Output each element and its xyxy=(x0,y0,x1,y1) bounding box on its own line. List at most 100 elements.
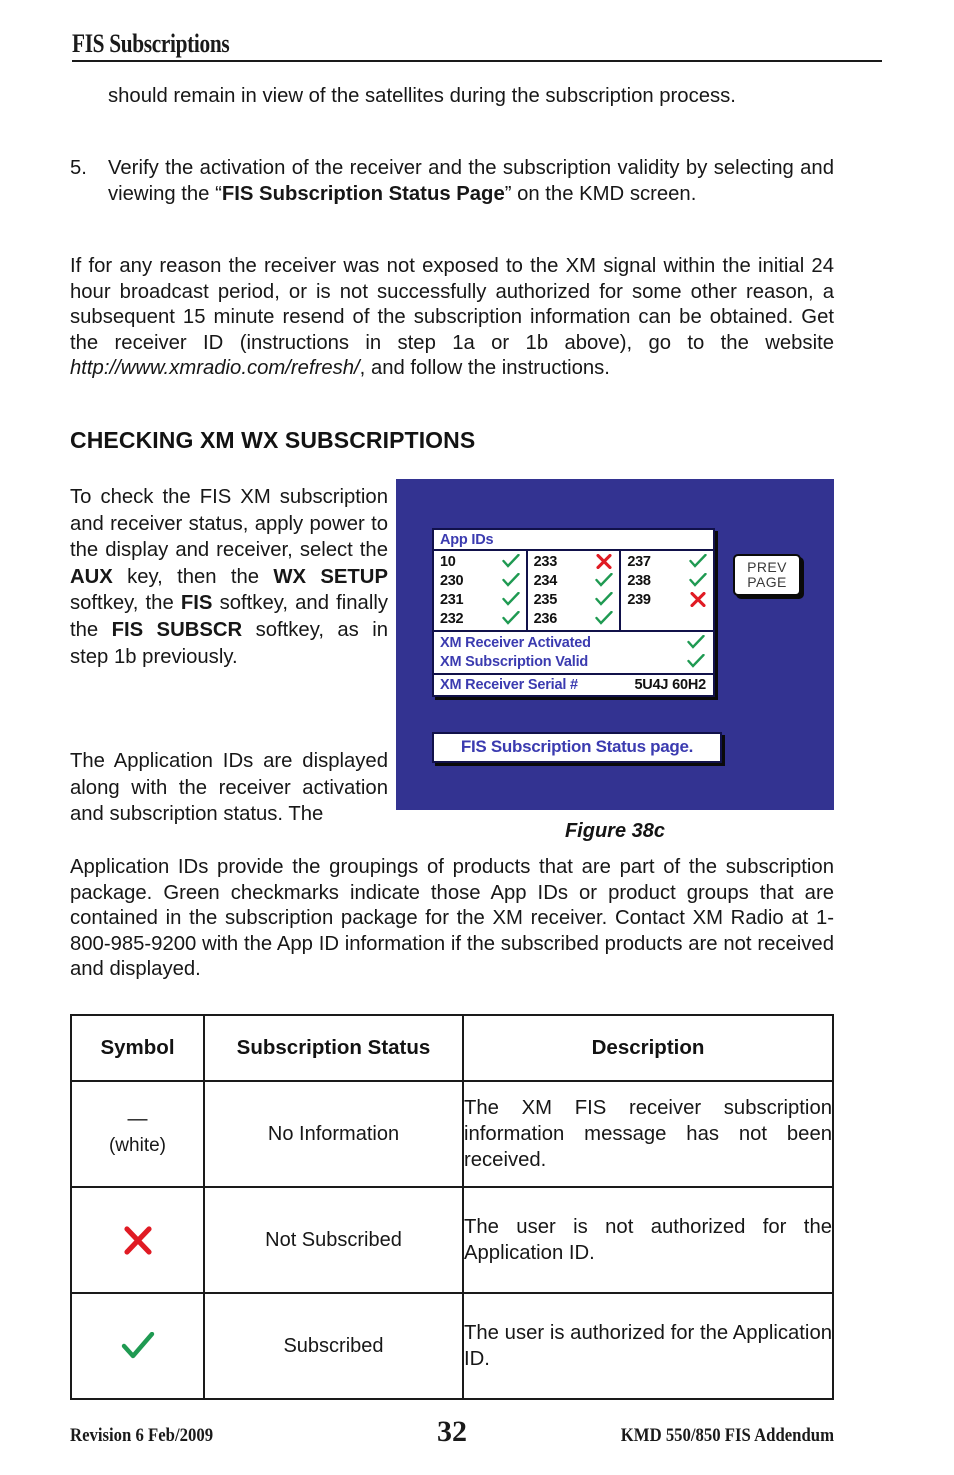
app-id-number: 239 xyxy=(627,591,651,608)
app-id-number: 10 xyxy=(440,553,456,570)
app-ids-column-3: 237 238 239 xyxy=(621,551,713,630)
prev-page-line-2: PAGE xyxy=(747,573,787,590)
list-item-step-5: 5. Verify the activation of the receiver… xyxy=(70,156,834,207)
resend-text-after: , and follow the instructions. xyxy=(359,357,610,380)
app-ids-column-1: 10 230 231 232 xyxy=(434,551,528,630)
app-ids-header: App IDs xyxy=(434,530,713,551)
check-icon xyxy=(501,592,521,608)
app-id-row: 235 xyxy=(528,590,620,609)
paragraph-continuation: should remain in view of the satellites … xyxy=(108,84,834,110)
footer-page-number: 32 xyxy=(437,1415,467,1448)
wx-setup-softkey-label: WX SETUP xyxy=(273,565,388,588)
serial-label: XM Receiver Serial # xyxy=(440,677,578,693)
check-icon xyxy=(501,611,521,627)
step-text-after: ” on the KMD screen. xyxy=(504,182,697,205)
step-body: Verify the activation of the receiver an… xyxy=(108,156,834,207)
footer-document-title: KMD 550/850 FIS Addendum xyxy=(620,1425,834,1446)
app-id-number: 235 xyxy=(533,591,558,608)
app-id-number: 238 xyxy=(627,572,651,589)
aux-key-label: AUX xyxy=(70,565,113,588)
app-id-row: 231 xyxy=(434,590,526,609)
check-icon xyxy=(688,554,708,570)
status-row-receiver-activated: XM Receiver Activated xyxy=(434,633,713,652)
status-cell: Not Subscribed xyxy=(203,1186,464,1294)
fis-subscr-softkey-label: FIS SUBSCR xyxy=(111,618,243,641)
receiver-serial-row: XM Receiver Serial # 5U4J 60H2 xyxy=(434,675,713,695)
page-footer: Revision 6 Feb/2009 32 KMD 550/850 FIS A… xyxy=(70,1415,834,1449)
section-heading-checking-xm-wx-subscriptions: CHECKING XM WX SUBSCRIPTIONS xyxy=(70,427,476,453)
app-id-row: 233 xyxy=(528,552,620,571)
table-row: Not Subscribed The user is not authorize… xyxy=(70,1186,834,1294)
check-icon xyxy=(688,573,708,589)
app-id-row: 237 xyxy=(621,552,713,571)
app-id-row: 234 xyxy=(528,571,620,590)
np2-text: The Application IDs are displayed along … xyxy=(70,750,388,826)
dash-icon: — xyxy=(127,1108,148,1130)
cross-icon xyxy=(123,1225,153,1255)
status-label: XM Subscription Valid xyxy=(440,653,589,670)
check-icon xyxy=(501,573,521,589)
fis-subscription-status-panel: App IDs 10 230 231 232 233 234 235 236 2… xyxy=(432,528,715,697)
running-head: FIS Subscriptions xyxy=(72,29,882,63)
app-ids-column-2: 233 234 235 236 xyxy=(528,551,622,630)
cross-icon xyxy=(688,591,708,608)
description-cell: The user is authorized for the Applicati… xyxy=(462,1292,834,1400)
symbol-status-table: Symbol Subscription Status Description —… xyxy=(70,1014,834,1400)
table-row: Subscribed The user is authorized for th… xyxy=(70,1292,834,1400)
app-id-number: 234 xyxy=(533,572,558,589)
symbol-note: (white) xyxy=(108,1135,166,1156)
app-ids-grid: 10 230 231 232 233 234 235 236 237 238 2… xyxy=(434,551,713,632)
app-id-row: 238 xyxy=(621,571,713,590)
check-icon xyxy=(121,1332,155,1359)
prev-page-line-1: PREV xyxy=(747,559,787,575)
np1-s2: key, then the xyxy=(112,565,274,588)
status-row-subscription-valid: XM Subscription Valid xyxy=(434,652,713,671)
column-header-subscription-status: Subscription Status xyxy=(203,1014,464,1082)
status-cell: No Information xyxy=(203,1080,464,1188)
check-icon xyxy=(594,592,614,608)
app-id-number: 231 xyxy=(440,591,464,608)
column-header-description: Description xyxy=(462,1014,834,1082)
kmd-screen: App IDs 10 230 231 232 233 234 235 236 2… xyxy=(396,479,834,810)
app-id-row: 10 xyxy=(434,552,526,571)
app-id-row: 236 xyxy=(528,609,620,628)
fis-softkey-label: FIS xyxy=(180,592,213,615)
description-cell: The XM FIS receiver subscription informa… xyxy=(462,1080,834,1188)
paragraph-application-ids: Application IDs provide the groupings of… xyxy=(70,855,834,983)
fis-subscription-status-page-label: FIS Subscription Status Page xyxy=(221,182,505,205)
app-id-number: 230 xyxy=(440,572,464,589)
description-cell: The user is not authorized for the Appli… xyxy=(462,1186,834,1294)
prev-page-button[interactable]: PREV PAGE xyxy=(733,554,801,596)
figure-38c: App IDs 10 230 231 232 233 234 235 236 2… xyxy=(396,479,834,810)
symbol-cell-no-information: — (white) xyxy=(70,1080,205,1188)
symbol-cell-not-subscribed xyxy=(70,1186,205,1294)
figure-caption-box: FIS Subscription Status page. xyxy=(432,732,722,763)
table-header-row: Symbol Subscription Status Description xyxy=(70,1014,834,1082)
symbol-cell-subscribed xyxy=(70,1292,205,1400)
check-icon xyxy=(686,654,706,670)
application-ids-text: Application IDs provide the groupings of… xyxy=(70,856,834,981)
app-id-number: 233 xyxy=(533,553,558,570)
narrow-column-paragraph-2: The Application IDs are displayed along … xyxy=(70,748,388,828)
check-icon xyxy=(594,611,614,627)
figure-label: Figure 38c xyxy=(564,820,666,842)
app-id-number: 236 xyxy=(533,610,558,627)
check-icon xyxy=(594,573,614,589)
paragraph-text: should remain in view of the satellites … xyxy=(108,85,736,107)
page-title: FIS Subscriptions xyxy=(72,29,230,58)
step-number: 5. xyxy=(70,157,87,179)
resend-text-before: If for any reason the receiver was not e… xyxy=(70,255,834,354)
status-label: XM Receiver Activated xyxy=(440,634,591,651)
paragraph-resend: If for any reason the receiver was not e… xyxy=(70,254,834,382)
header-rule xyxy=(72,60,882,63)
np1-s1: To check the FIS XM subscription and rec… xyxy=(70,486,388,562)
app-id-number: 232 xyxy=(440,610,464,627)
serial-value: 5U4J 60H2 xyxy=(634,677,706,693)
app-id-row: 230 xyxy=(434,571,526,590)
status-cell: Subscribed xyxy=(203,1292,464,1400)
app-id-row: 239 xyxy=(621,590,713,609)
np1-s3: softkey, the xyxy=(70,592,181,615)
column-header-symbol: Symbol xyxy=(70,1014,205,1082)
table-row: — (white) No Information The XM FIS rece… xyxy=(70,1080,834,1188)
receiver-status-rows: XM Receiver Activated XM Subscription Va… xyxy=(434,632,713,675)
